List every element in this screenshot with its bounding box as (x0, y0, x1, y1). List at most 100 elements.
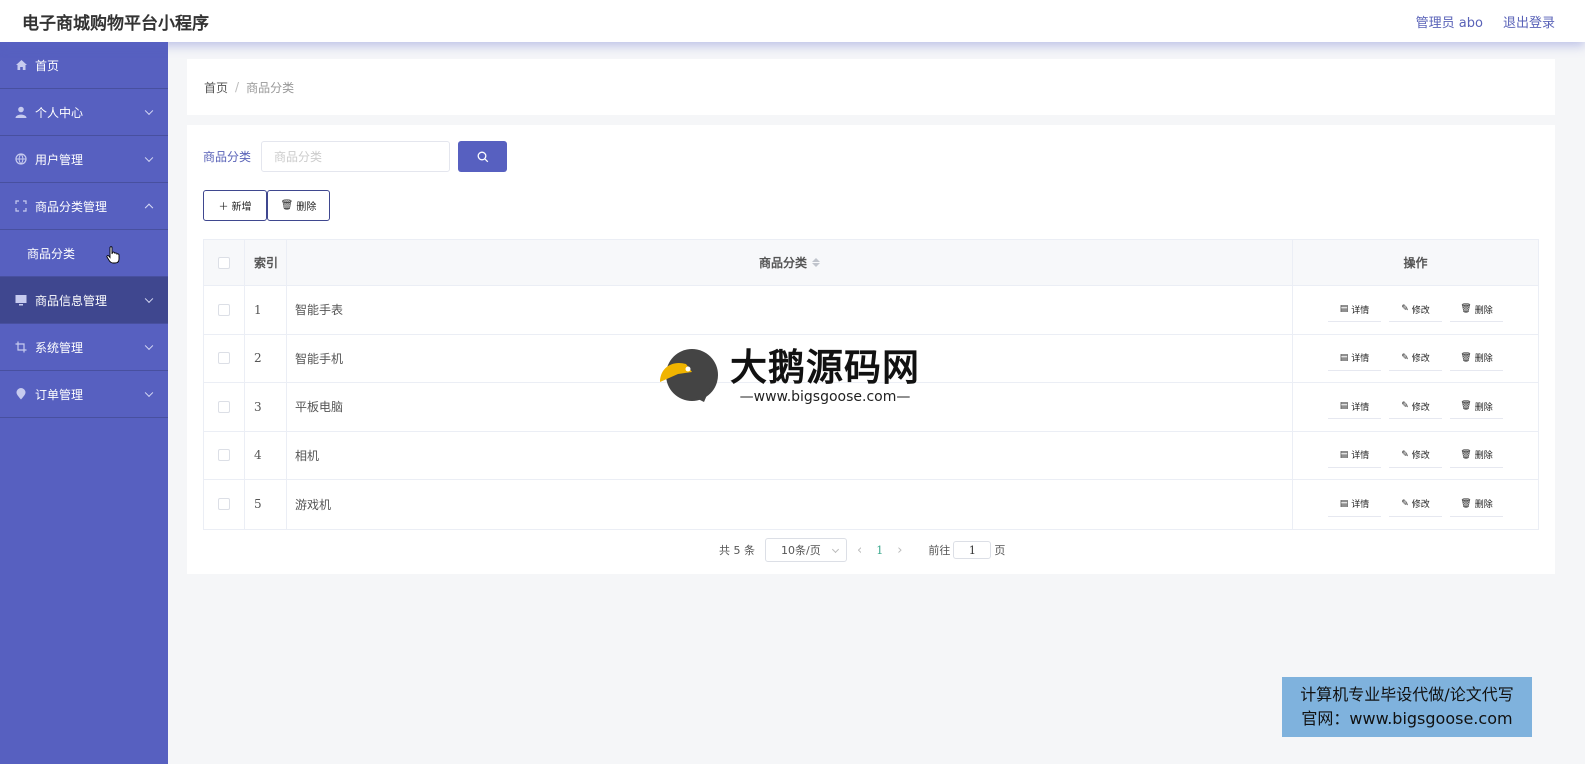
row-delete-button[interactable]: 🗑 删除 (1450, 346, 1503, 371)
sidebar-subitem-category[interactable]: 商品分类 (0, 230, 168, 277)
sidebar-item-personal[interactable]: 个人中心 (0, 89, 168, 136)
chevron-down-icon (144, 341, 154, 351)
row-delete-button[interactable]: 🗑 删除 (1450, 443, 1503, 468)
current-user[interactable]: 管理员 abo (1416, 12, 1483, 31)
row-checkbox[interactable] (218, 498, 230, 511)
edit-button-label: 修改 (1411, 354, 1430, 365)
row-actions: ▤ 详情 ✎ 修改 🗑 删除 (1293, 432, 1538, 480)
row-checkbox[interactable] (218, 303, 230, 316)
logout-link[interactable]: 退出登录 (1503, 12, 1555, 31)
detail-button-label: 详情 (1351, 500, 1370, 511)
chevron-down-icon (144, 106, 154, 116)
chevron-up-icon (144, 203, 154, 213)
row-name: 智能手表 (287, 286, 1293, 334)
row-delete-button[interactable]: 🗑 删除 (1450, 394, 1503, 420)
document-icon: ▤ (1339, 498, 1349, 509)
top-header: 电子商城购物平台小程序 管理员 abo 退出登录 (0, 0, 1585, 42)
search-icon (477, 151, 488, 162)
row-checkbox[interactable] (218, 352, 230, 365)
row-name: 相机 (287, 431, 1293, 479)
edit-icon: ✎ (1401, 401, 1409, 412)
edit-button[interactable]: ✎ 修改 (1389, 443, 1442, 468)
edit-button[interactable]: ✎ 修改 (1389, 297, 1442, 323)
search-input[interactable] (261, 141, 451, 172)
total-count: 共 5 条 (719, 544, 755, 557)
document-icon: ▤ (1339, 449, 1349, 460)
globe-icon (14, 152, 28, 166)
chevron-down-icon (144, 294, 154, 304)
delete-button[interactable]: 🗑 删除 (267, 190, 330, 221)
edit-button-label: 修改 (1411, 305, 1430, 316)
breadcrumb: 首页 / 商品分类 (187, 59, 1555, 115)
delete-button-label: 删除 (296, 202, 317, 213)
edit-button[interactable]: ✎ 修改 (1389, 394, 1442, 420)
home-icon (14, 58, 28, 72)
goto-label: 前往 (928, 544, 951, 557)
pin-icon (14, 387, 28, 401)
detail-button[interactable]: ▤ 详情 (1328, 346, 1381, 371)
edit-button[interactable]: ✎ 修改 (1389, 346, 1442, 371)
row-delete-button[interactable]: 🗑 删除 (1450, 297, 1503, 323)
row-delete-button-label: 删除 (1474, 305, 1493, 316)
app-title: 电子商城购物平台小程序 (22, 13, 209, 34)
select-all-checkbox[interactable] (218, 256, 230, 269)
page-size-value: 10条/页 (781, 544, 821, 557)
add-button[interactable]: ＋ 新增 (203, 190, 267, 221)
row-delete-button[interactable]: 🗑 删除 (1450, 492, 1503, 517)
trash-icon: 🗑 (1460, 449, 1472, 460)
detail-button-label: 详情 (1351, 451, 1370, 462)
sort-icon[interactable] (812, 258, 820, 267)
row-actions: ▤ 详情 ✎ 修改 🗑 删除 (1293, 335, 1538, 383)
edit-button-label: 修改 (1411, 500, 1430, 511)
row-delete-button-label: 删除 (1474, 500, 1493, 511)
watermark-logo: 大鹅源码网 —www.bigsgoose.com— (658, 347, 920, 405)
document-icon: ▤ (1339, 304, 1349, 315)
fullscreen-icon (14, 199, 28, 213)
detail-button[interactable]: ▤ 详情 (1328, 492, 1381, 517)
row-actions: ▤ 详情 ✎ 修改 🗑 删除 (1293, 286, 1538, 334)
goto-suffix: 页 (994, 544, 1006, 557)
row-index: 1 (245, 286, 287, 334)
row-checkbox[interactable] (218, 449, 230, 462)
edit-button[interactable]: ✎ 修改 (1389, 492, 1442, 517)
detail-button-label: 详情 (1351, 305, 1370, 316)
user-icon (14, 105, 28, 119)
chevron-down-icon (144, 153, 154, 163)
next-page-icon[interactable]: › (897, 543, 902, 558)
ad-line-2: 官网：www.bigsgoose.com (1301, 709, 1513, 728)
row-checkbox[interactable] (218, 400, 230, 413)
sidebar-item-users[interactable]: 用户管理 (0, 136, 168, 183)
trash-icon: 🗑 (280, 200, 294, 211)
sidebar-item-home[interactable]: 首页 (0, 42, 168, 89)
edit-icon: ✎ (1401, 304, 1409, 315)
goto-page: 前往 页 (928, 541, 1005, 559)
page-size-select[interactable]: 10条/页 (765, 538, 847, 562)
monitor-icon (14, 293, 28, 307)
sidebar-item-product-management[interactable]: 商品信息管理 (0, 277, 168, 324)
search-button[interactable] (458, 141, 508, 172)
prev-page-icon[interactable]: ‹ (857, 543, 862, 558)
sidebar-item-orders[interactable]: 订单管理 (0, 371, 168, 418)
detail-button-label: 详情 (1351, 402, 1370, 413)
detail-button[interactable]: ▤ 详情 (1328, 394, 1381, 420)
table-row: 5 游戏机 ▤ 详情 ✎ 修改 🗑 删除 (204, 480, 1538, 529)
sidebar-item-label: 系统管理 (35, 340, 84, 355)
table-row: 1 智能手表 ▤ 详情 ✎ 修改 🗑 删除 (204, 286, 1538, 335)
edit-button-label: 修改 (1411, 402, 1430, 413)
header-name[interactable]: 商品分类 (287, 240, 1293, 285)
sidebar-item-system[interactable]: 系统管理 (0, 324, 168, 371)
action-buttons: ＋ 新增 🗑 删除 (203, 190, 330, 221)
detail-button[interactable]: ▤ 详情 (1328, 297, 1381, 323)
breadcrumb-home[interactable]: 首页 (204, 79, 228, 96)
trash-icon: 🗑 (1460, 352, 1472, 363)
goto-page-input[interactable] (953, 541, 992, 559)
sidebar-item-category-management[interactable]: 商品分类管理 (0, 183, 168, 230)
row-actions: ▤ 详情 ✎ 修改 🗑 删除 (1293, 383, 1538, 431)
edit-icon: ✎ (1401, 498, 1409, 509)
trash-icon: 🗑 (1460, 498, 1472, 509)
trash-icon: 🗑 (1460, 304, 1472, 315)
page-number[interactable]: 1 (876, 544, 883, 557)
detail-button[interactable]: ▤ 详情 (1328, 443, 1381, 468)
crop-icon (14, 340, 28, 354)
header-name-label: 商品分类 (758, 256, 807, 270)
